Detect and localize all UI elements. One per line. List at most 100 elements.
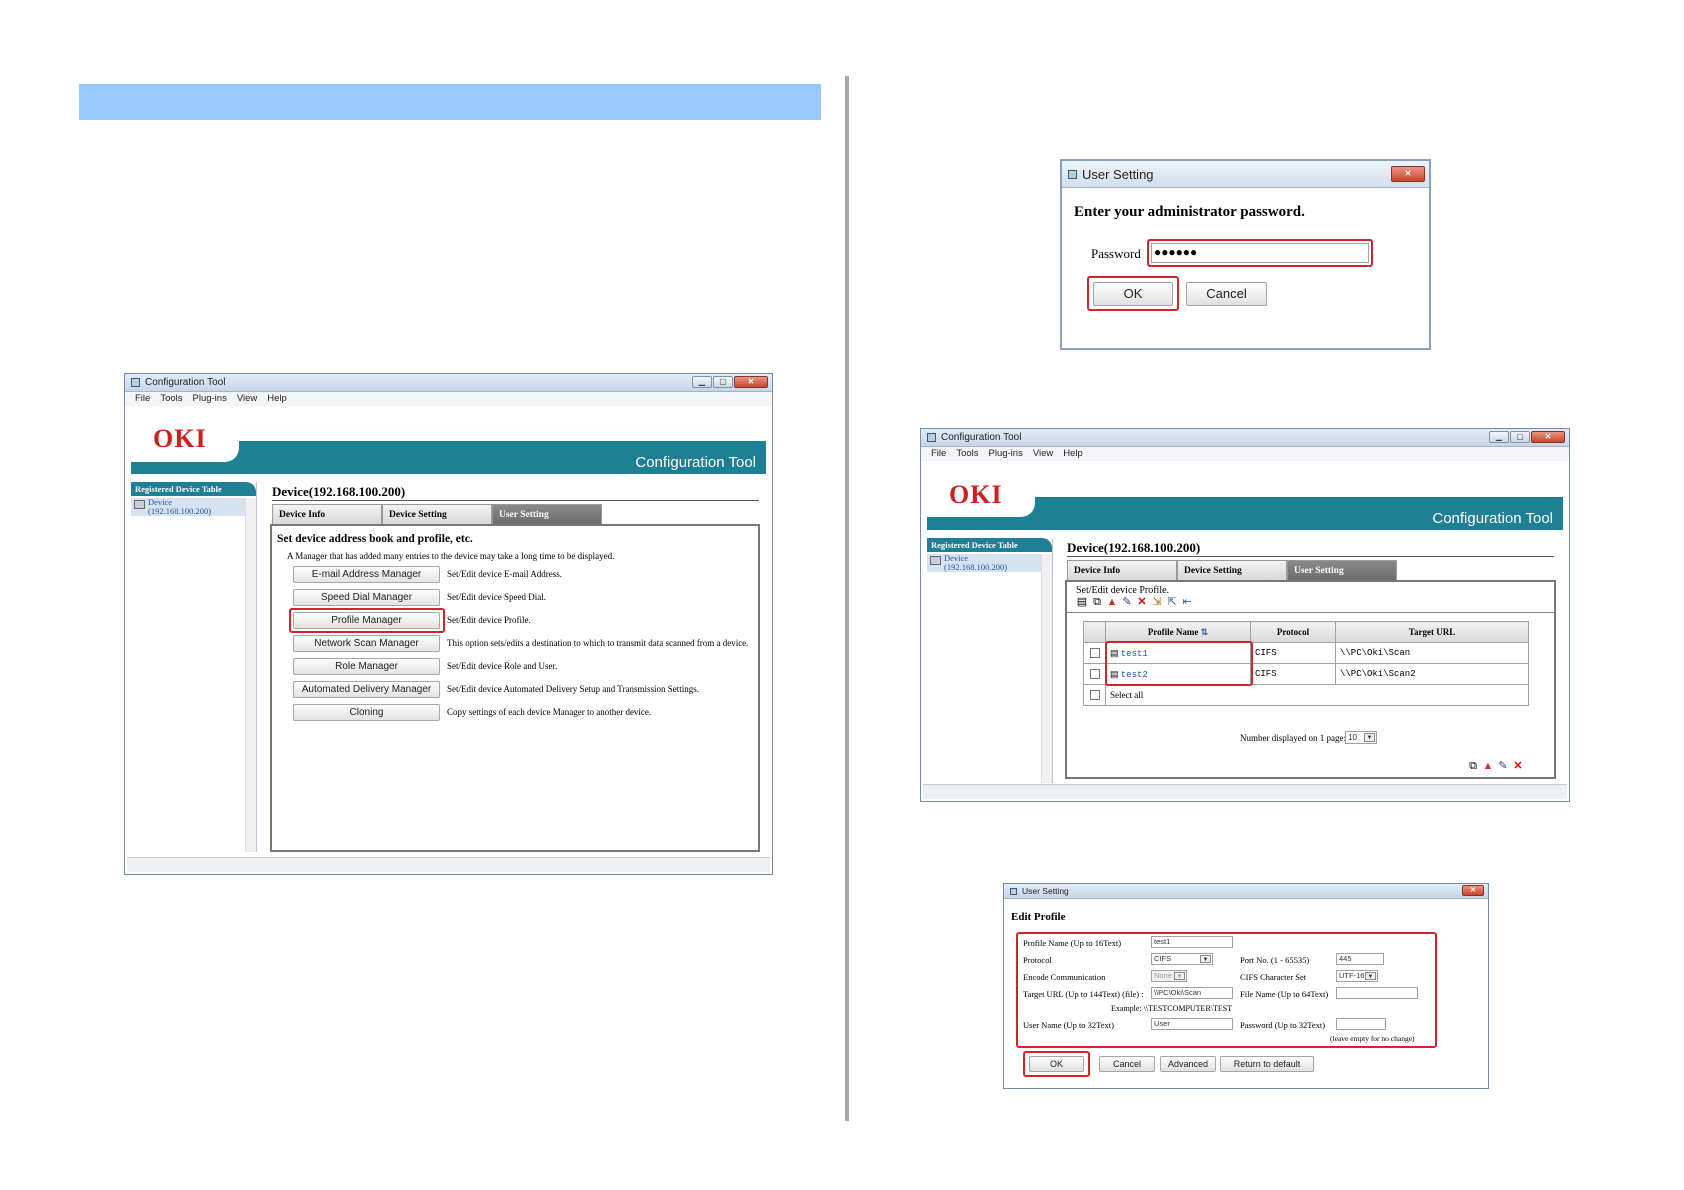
menu-view[interactable]: View bbox=[237, 392, 257, 406]
chevron-down-icon: ▼ bbox=[1364, 733, 1375, 742]
password-dialog: User Setting ✕ Enter your administrator … bbox=[1060, 159, 1431, 350]
upload-icon[interactable]: ▲ bbox=[1106, 596, 1118, 608]
network-scan-manager-button[interactable]: Network Scan Manager bbox=[293, 635, 440, 652]
profile-panel: Set/Edit device Profile. ▤ ⧉ ▲ ✎ ✕ ⇲ ⇱ ⇤ Profil… bbox=[1065, 580, 1556, 779]
tab-user-setting[interactable]: User Setting bbox=[492, 504, 602, 524]
banner-title: Configuration Tool bbox=[635, 454, 756, 471]
status-bar bbox=[127, 857, 770, 872]
highlight-ok-button bbox=[1023, 1051, 1090, 1077]
tab-device-setting[interactable]: Device Setting bbox=[382, 504, 492, 524]
config-tool-window-main: Configuration Tool ▁ ▢ ✕ File Tools Plug… bbox=[124, 373, 773, 875]
panel-heading: Set/Edit device Profile. bbox=[1076, 585, 1170, 596]
delete-icon[interactable]: ✕ bbox=[1512, 760, 1524, 772]
minimize-button[interactable]: ▁ bbox=[692, 376, 712, 388]
highlight-profile-manager bbox=[289, 608, 445, 633]
sidebar-device-item[interactable]: Device (192.168.100.200) bbox=[131, 498, 256, 516]
sidebar-header: Registered Device Table bbox=[131, 482, 256, 496]
app-icon bbox=[927, 433, 936, 442]
close-button[interactable]: ✕ bbox=[1531, 431, 1565, 443]
cloning-desc: Copy settings of each device Manager to … bbox=[447, 707, 652, 717]
sidebar-device-ip: (192.168.100.200) bbox=[944, 562, 1008, 572]
export-icon[interactable]: ⇱ bbox=[1166, 596, 1178, 608]
sidebar-header: Registered Device Table bbox=[927, 538, 1052, 552]
dialog-title-bar: User Setting ✕ bbox=[1062, 161, 1429, 188]
automated-delivery-manager-desc: Set/Edit device Automated Delivery Setup… bbox=[447, 684, 699, 694]
tab-bar: Device Info Device Setting User Setting bbox=[272, 504, 602, 524]
dialog-title: User Setting bbox=[1082, 166, 1154, 182]
minimize-button[interactable]: ▁ bbox=[1489, 431, 1509, 443]
menu-plugins[interactable]: Plug-ins bbox=[193, 392, 227, 406]
new-icon[interactable]: ▤ bbox=[1076, 596, 1088, 608]
cancel-button[interactable]: Cancel bbox=[1186, 282, 1267, 306]
select-all-row[interactable]: Select all bbox=[1083, 684, 1529, 706]
menu-tools[interactable]: Tools bbox=[160, 392, 182, 406]
advanced-button[interactable]: Advanced bbox=[1160, 1056, 1216, 1072]
menu-help[interactable]: Help bbox=[1063, 447, 1083, 461]
close-button[interactable]: ✕ bbox=[1391, 166, 1425, 182]
window-title: Configuration Tool bbox=[145, 377, 226, 388]
target-url-cell: \\PC\Oki\Scan2 bbox=[1335, 663, 1529, 685]
table-header-row: Profile Name ⇅ Protocol Target URL bbox=[1083, 621, 1529, 643]
tab-device-info[interactable]: Device Info bbox=[1067, 560, 1177, 580]
edit-profile-dialog: User Setting ✕ Edit Profile Profile Name… bbox=[1003, 883, 1489, 1089]
sort-icon[interactable]: ⇤ bbox=[1181, 596, 1193, 608]
banner-title: Configuration Tool bbox=[1432, 510, 1553, 527]
dialog-title: User Setting bbox=[1022, 886, 1069, 896]
profile-manager-desc: Set/Edit device Profile. bbox=[447, 615, 531, 625]
device-title: Device(192.168.100.200) bbox=[272, 484, 759, 501]
return-to-default-button[interactable]: Return to default bbox=[1220, 1056, 1314, 1072]
menu-tools[interactable]: Tools bbox=[956, 447, 978, 461]
panel-heading: Set device address book and profile, etc… bbox=[277, 533, 473, 545]
device-title: Device(192.168.100.200) bbox=[1067, 540, 1554, 557]
row-checkbox[interactable] bbox=[1089, 669, 1100, 680]
menu-help[interactable]: Help bbox=[267, 392, 287, 406]
cloning-button[interactable]: Cloning bbox=[293, 704, 440, 721]
title-bar: Configuration Tool ▁ ▢ ✕ bbox=[921, 429, 1569, 447]
copy-icon[interactable]: ⧉ bbox=[1467, 760, 1479, 772]
device-sidebar: Registered Device Table Device (192.168.… bbox=[131, 482, 257, 852]
tab-device-setting[interactable]: Device Setting bbox=[1177, 560, 1287, 580]
dialog-heading: Edit Profile bbox=[1011, 911, 1066, 923]
tab-device-info[interactable]: Device Info bbox=[272, 504, 382, 524]
close-button[interactable]: ✕ bbox=[734, 376, 768, 388]
import-icon[interactable]: ⇲ bbox=[1151, 596, 1163, 608]
sidebar-scrollbar[interactable] bbox=[245, 498, 256, 852]
profile-toolbar: ▤ ⧉ ▲ ✎ ✕ ⇲ ⇱ ⇤ bbox=[1076, 596, 1196, 608]
dialog-title-bar: User Setting ✕ bbox=[1004, 884, 1488, 899]
per-page-select[interactable]: 10 ▼ bbox=[1345, 731, 1377, 744]
protocol-cell: CIFS bbox=[1250, 663, 1336, 685]
tab-user-setting[interactable]: User Setting bbox=[1287, 560, 1397, 580]
edit-icon[interactable]: ✎ bbox=[1121, 596, 1133, 608]
maximize-button[interactable]: ▢ bbox=[1510, 431, 1530, 443]
email-address-manager-button[interactable]: E-mail Address Manager bbox=[293, 566, 440, 583]
password-label: Password bbox=[1091, 246, 1141, 261]
automated-delivery-manager-button[interactable]: Automated Delivery Manager bbox=[293, 681, 440, 698]
sidebar-scrollbar[interactable] bbox=[1041, 554, 1052, 783]
row-checkbox[interactable] bbox=[1089, 648, 1100, 659]
cancel-button[interactable]: Cancel bbox=[1099, 1056, 1155, 1072]
menu-view[interactable]: View bbox=[1033, 447, 1053, 461]
bottom-toolbar: ⧉ ▲ ✎ ✕ bbox=[1467, 760, 1527, 772]
maximize-button[interactable]: ▢ bbox=[713, 376, 733, 388]
sort-arrows-icon[interactable]: ⇅ bbox=[1201, 627, 1209, 637]
column-target-url[interactable]: Target URL bbox=[1335, 621, 1529, 643]
column-profile-name[interactable]: Profile Name ⇅ bbox=[1105, 621, 1251, 643]
speed-dial-manager-button[interactable]: Speed Dial Manager bbox=[293, 589, 440, 606]
status-bar bbox=[923, 784, 1567, 799]
column-divider bbox=[845, 76, 849, 1121]
menu-plugins[interactable]: Plug-ins bbox=[989, 447, 1023, 461]
copy-icon[interactable]: ⧉ bbox=[1091, 596, 1103, 608]
select-all-checkbox[interactable] bbox=[1089, 690, 1100, 701]
role-manager-desc: Set/Edit device Role and User. bbox=[447, 661, 558, 671]
app-icon bbox=[1068, 169, 1077, 179]
close-button[interactable]: ✕ bbox=[1462, 885, 1484, 896]
role-manager-button[interactable]: Role Manager bbox=[293, 658, 440, 675]
menu-file[interactable]: File bbox=[931, 447, 946, 461]
menu-file[interactable]: File bbox=[135, 392, 150, 406]
title-bar: Configuration Tool ▁ ▢ ✕ bbox=[125, 374, 772, 392]
delete-icon[interactable]: ✕ bbox=[1136, 596, 1148, 608]
edit-icon[interactable]: ✎ bbox=[1497, 760, 1509, 772]
sidebar-device-item[interactable]: Device (192.168.100.200) bbox=[927, 554, 1052, 572]
upload-icon[interactable]: ▲ bbox=[1482, 760, 1494, 772]
column-protocol[interactable]: Protocol bbox=[1250, 621, 1336, 643]
